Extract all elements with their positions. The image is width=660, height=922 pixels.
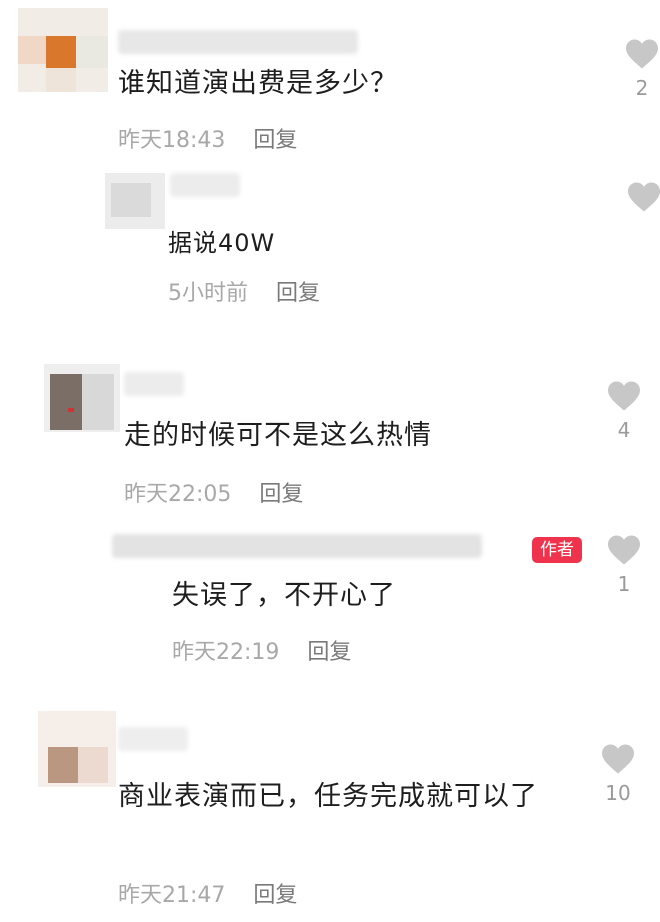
comment-text: 走的时候可不是这么热情 (124, 420, 432, 451)
like-count: 1 (617, 572, 631, 596)
like-count: 2 (635, 76, 649, 100)
comment-meta: 昨天22:05 回复 (124, 476, 303, 508)
comment-time: 昨天21:47 (118, 883, 226, 908)
reply-time: 5小时前 (168, 281, 248, 306)
reply-item: 据说40W 5小时前 回复 (0, 165, 660, 325)
avatar[interactable] (18, 8, 108, 92)
like-count: 10 (605, 781, 631, 805)
heart-icon (626, 39, 658, 69)
like-button[interactable]: 2 (620, 38, 660, 100)
comment-item: 走的时候可不是这么热情 昨天22:05 回复 4 (0, 360, 660, 520)
reply-button[interactable]: 回复 (259, 482, 303, 507)
heart-icon (602, 744, 634, 774)
avatar[interactable] (105, 173, 165, 229)
comment-time: 昨天22:05 (124, 482, 232, 507)
heart-icon (608, 381, 640, 411)
like-button[interactable]: 10 (596, 743, 640, 805)
comment-time: 昨天18:43 (118, 128, 226, 153)
comment-item: 商业表演而已，任务完成就可以了 昨天21:47 回复 10 (0, 705, 660, 922)
like-button[interactable]: 4 (602, 380, 646, 442)
avatar[interactable] (38, 711, 116, 787)
reply-item: 作者 失误了，不开心了 昨天22:19 回复 1 (0, 520, 660, 680)
heart-icon (628, 182, 660, 212)
username-blurred[interactable] (124, 372, 184, 396)
username-blurred[interactable] (170, 173, 240, 197)
reply-button[interactable]: 回复 (276, 281, 320, 306)
comment-text: 谁知道演出费是多少？ (118, 68, 398, 99)
like-button[interactable]: 1 (602, 534, 646, 596)
username-blurred[interactable] (118, 30, 358, 54)
reply-meta: 昨天22:19 回复 (172, 634, 351, 666)
reply-text: 失误了，不开心了 (172, 580, 396, 611)
comment-meta: 昨天21:47 回复 (118, 877, 297, 909)
username-blurred[interactable] (118, 727, 188, 751)
comment-item: 谁知道演出费是多少？ 昨天18:43 回复 2 (0, 0, 660, 165)
heart-icon (608, 535, 640, 565)
reply-button[interactable]: 回复 (307, 640, 351, 665)
like-count: 4 (617, 418, 631, 442)
username-blurred[interactable] (112, 534, 482, 558)
reply-text: 据说40W (168, 229, 276, 257)
reply-meta: 5小时前 回复 (168, 275, 320, 307)
like-button[interactable] (622, 181, 660, 219)
author-badge: 作者 (532, 537, 582, 563)
avatar[interactable] (44, 364, 120, 432)
comment-text: 商业表演而已，任务完成就可以了 (118, 781, 538, 812)
reply-time: 昨天22:19 (172, 640, 280, 665)
reply-button[interactable]: 回复 (253, 128, 297, 153)
reply-button[interactable]: 回复 (253, 883, 297, 908)
comment-meta: 昨天18:43 回复 (118, 122, 297, 154)
